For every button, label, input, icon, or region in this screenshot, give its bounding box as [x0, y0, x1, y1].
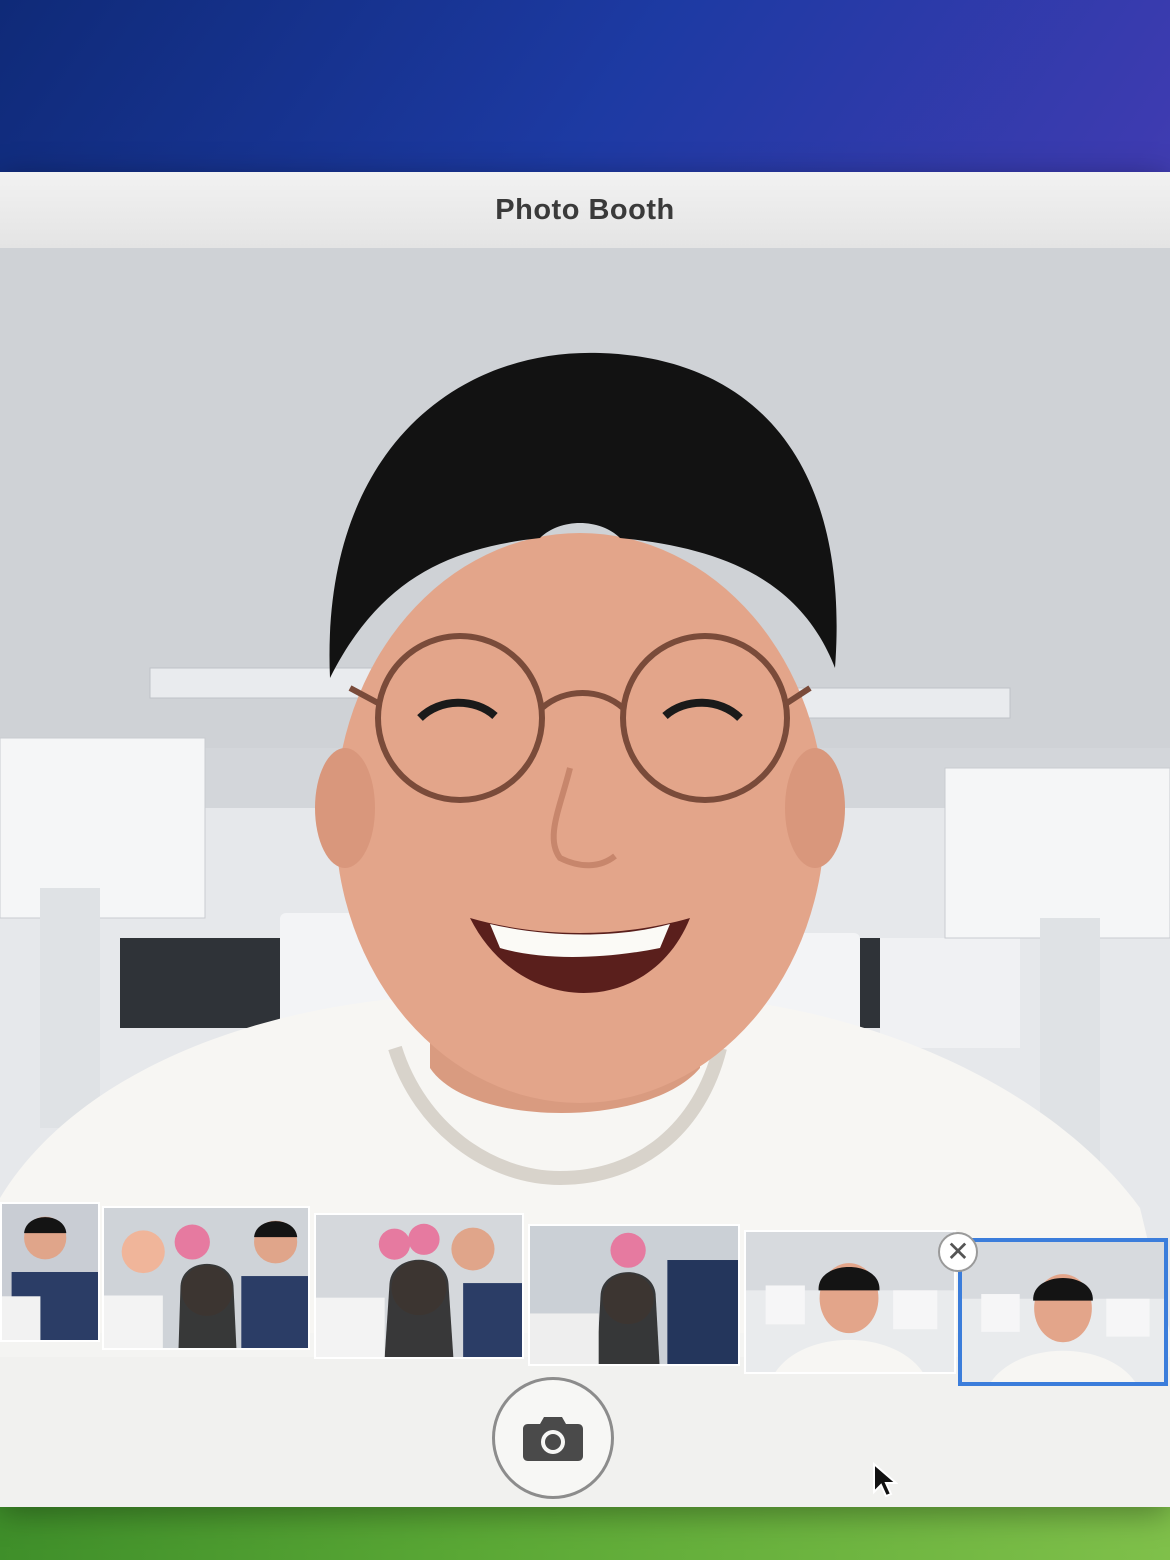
arrow-cursor-icon [873, 1462, 898, 1498]
thumbnail-5[interactable] [744, 1230, 956, 1374]
thumbnail-image [962, 1242, 1164, 1382]
take-photo-button[interactable] [492, 1377, 614, 1499]
live-camera-image [0, 248, 1170, 1333]
title-bar[interactable]: Photo Booth [0, 172, 1170, 249]
thumbnail-image [746, 1232, 954, 1372]
thumbnail-6-selected[interactable] [958, 1238, 1168, 1386]
close-icon: ✕ [946, 1236, 970, 1267]
camera-preview [0, 248, 1170, 1333]
thumbnail-1[interactable] [0, 1202, 100, 1342]
thumbnail-image [2, 1204, 98, 1340]
thumbnail-image [530, 1226, 738, 1364]
camera-icon [523, 1417, 583, 1461]
thumbnail-4[interactable] [528, 1224, 740, 1366]
delete-photo-button[interactable]: ✕ [938, 1232, 978, 1272]
thumbnail-image [316, 1215, 522, 1357]
thumbnail-image [104, 1208, 308, 1348]
window-title: Photo Booth [495, 193, 675, 226]
thumbnail-3[interactable] [314, 1213, 524, 1359]
thumbnail-2[interactable] [102, 1206, 310, 1350]
